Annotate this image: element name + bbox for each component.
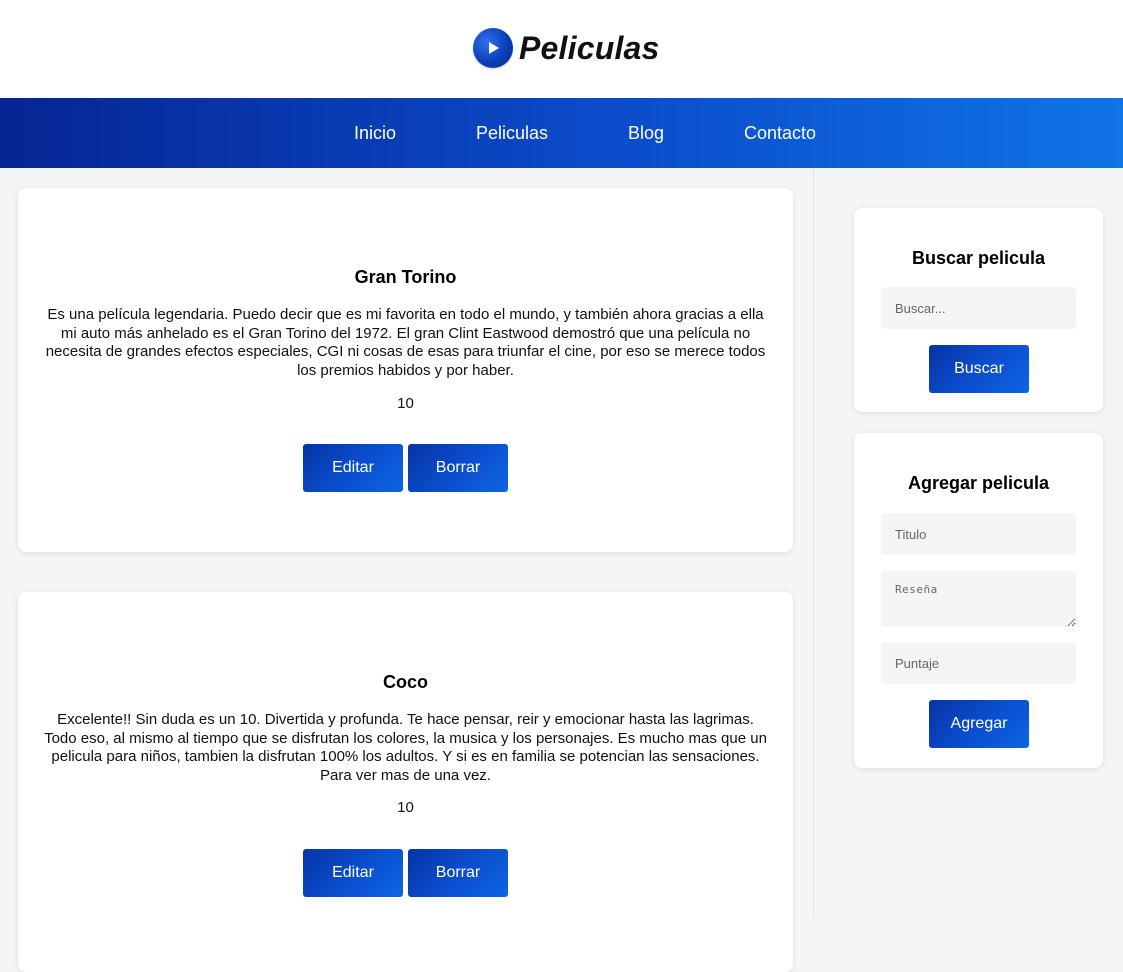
edit-button[interactable]: Editar	[303, 444, 403, 492]
delete-button[interactable]: Borrar	[408, 849, 508, 897]
nav-item-blog[interactable]: Blog	[628, 98, 664, 168]
movie-card: Gran Torino Es una película legendaria. …	[18, 188, 793, 552]
movie-list: Gran Torino Es una película legendaria. …	[0, 168, 814, 972]
add-movie-panel: Agregar pelicula Agregar	[854, 433, 1103, 768]
movie-title: Coco	[383, 672, 428, 692]
movie-score: 10	[397, 395, 414, 412]
delete-button[interactable]: Borrar	[408, 444, 508, 492]
title-field[interactable]	[881, 513, 1076, 555]
movie-review: Es una película legendaria. Puedo decir …	[45, 306, 766, 379]
nav-item-contacto[interactable]: Contacto	[744, 98, 816, 168]
add-button[interactable]: Agregar	[929, 700, 1029, 748]
site-header: Peliculas	[0, 0, 1123, 98]
edit-button[interactable]: Editar	[303, 849, 403, 897]
movie-review: Excelente!! Sin duda es un 10. Divertida…	[44, 711, 767, 784]
movie-card: Coco Excelente!! Sin duda es un 10. Dive…	[18, 592, 793, 972]
movie-title: Gran Torino	[354, 267, 457, 287]
main-nav: Inicio Peliculas Blog Contacto	[0, 98, 1123, 168]
review-field[interactable]	[881, 571, 1076, 627]
play-icon	[473, 28, 513, 68]
add-movie-title: Agregar pelicula	[907, 473, 1050, 493]
search-panel: Buscar pelicula Buscar	[854, 208, 1103, 412]
score-field[interactable]	[881, 642, 1076, 684]
brand[interactable]: Peliculas	[473, 27, 660, 69]
search-button[interactable]: Buscar	[929, 345, 1029, 393]
search-title: Buscar pelicula	[911, 248, 1046, 268]
site-title: Peliculas	[519, 29, 660, 66]
nav-item-inicio[interactable]: Inicio	[354, 98, 396, 168]
movie-score: 10	[397, 799, 414, 816]
search-input[interactable]	[881, 287, 1076, 329]
nav-item-peliculas[interactable]: Peliculas	[476, 98, 548, 168]
